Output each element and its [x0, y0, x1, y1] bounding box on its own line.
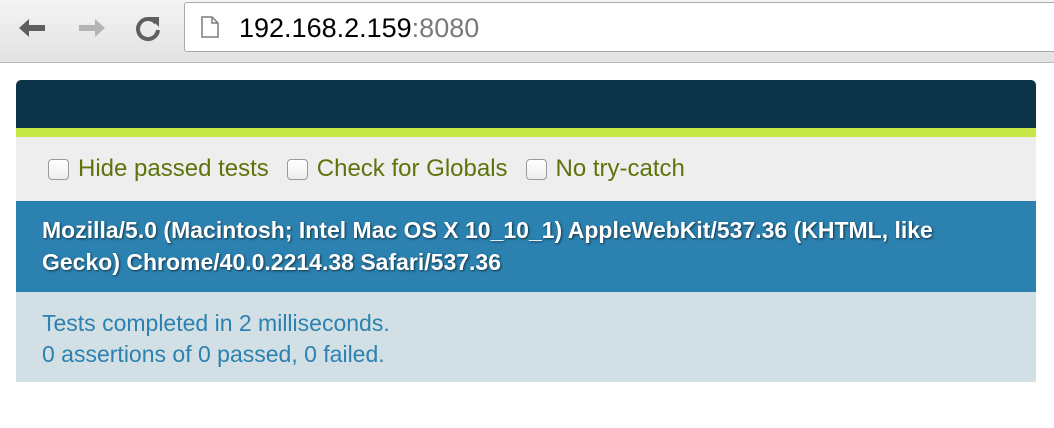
- url-text: 192.168.2.159:8080: [239, 11, 479, 45]
- hide-passed-label[interactable]: Hide passed tests: [78, 154, 269, 184]
- forward-arrow-icon: [79, 19, 105, 37]
- no-try-catch-label[interactable]: No try-catch: [556, 154, 685, 184]
- hide-passed-option[interactable]: Hide passed tests: [48, 154, 269, 184]
- result-summary: 0 assertions of 0 passed, 0 failed.: [42, 341, 385, 367]
- browser-toolbar: 192.168.2.159:8080: [0, 0, 1054, 63]
- reload-icon: [136, 17, 160, 42]
- back-arrow-icon: [19, 19, 45, 37]
- back-button[interactable]: [14, 10, 50, 46]
- test-result: Tests completed in 2 milliseconds. 0 ass…: [16, 292, 1036, 382]
- reload-button[interactable]: [130, 10, 166, 46]
- qunit-container: Hide passed tests Check for Globals No t…: [16, 80, 1036, 382]
- qunit-header: [16, 80, 1036, 137]
- testrunner-toolbar: Hide passed tests Check for Globals No t…: [16, 137, 1036, 201]
- check-globals-label[interactable]: Check for Globals: [317, 154, 508, 184]
- result-time: Tests completed in 2 milliseconds.: [42, 310, 390, 336]
- address-bar[interactable]: 192.168.2.159:8080: [184, 2, 1054, 52]
- check-globals-option[interactable]: Check for Globals: [286, 154, 508, 184]
- check-globals-checkbox[interactable]: [286, 158, 308, 180]
- no-try-catch-option[interactable]: No try-catch: [525, 154, 685, 184]
- hide-passed-checkbox[interactable]: [48, 158, 69, 180]
- page-icon: [201, 16, 219, 38]
- no-try-catch-checkbox[interactable]: [525, 158, 547, 180]
- url-host: 192.168.2.159: [239, 13, 412, 43]
- url-port: :8080: [411, 13, 480, 43]
- user-agent-banner: Mozilla/5.0 (Macintosh; Intel Mac OS X 1…: [16, 201, 1036, 292]
- forward-button[interactable]: [74, 10, 110, 46]
